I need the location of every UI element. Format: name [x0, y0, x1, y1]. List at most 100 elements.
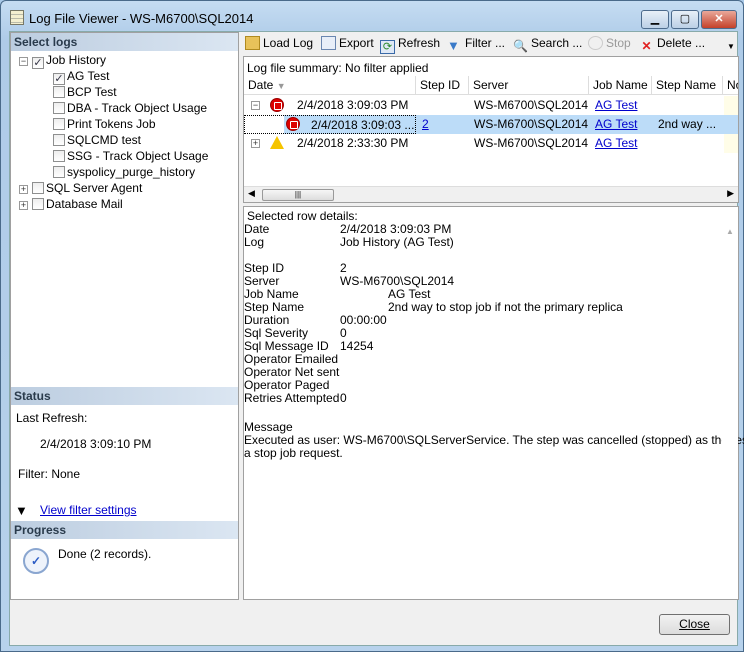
log-checkbox[interactable]	[32, 198, 44, 210]
refresh-button[interactable]: ⟳ Refresh	[380, 36, 440, 54]
filter-funnel-icon: ▼	[15, 503, 28, 518]
toolbar-overflow-icon[interactable]: ▼	[727, 42, 735, 51]
message-text-cont: a stop job request.	[244, 446, 343, 460]
load-log-button[interactable]: Load Log	[245, 36, 313, 50]
col-step-name[interactable]: Step Name	[652, 76, 723, 94]
tree-item[interactable]: DBA - Track Object Usage	[53, 100, 207, 116]
detail-value: 00:00:00	[340, 313, 387, 327]
search-button[interactable]: 🔍 Search ...	[513, 36, 582, 53]
maximize-button[interactable]: ▢	[671, 10, 699, 29]
status-header: Status	[11, 387, 238, 405]
log-checkbox[interactable]	[53, 166, 65, 178]
log-viewer-app-icon	[10, 10, 24, 25]
tree-item[interactable]: BCP Test	[53, 84, 117, 100]
detail-value: 2nd way to stop job if not the primary r…	[388, 300, 623, 314]
tree-item[interactable]: SSG - Track Object Usage	[53, 148, 208, 164]
tree-item-label: SQL Server Agent	[46, 181, 143, 195]
client-area: Select logs − ✓ Job History ✓ AG Test BCP Tes…	[9, 31, 744, 646]
col-server[interactable]: Server	[469, 76, 589, 94]
cell-date: 2/4/2018 2:33:30 PM	[297, 136, 409, 150]
warning-icon	[270, 136, 284, 149]
window: Log File Viewer - WS-M6700\SQL2014 ▁ ▢ ✕…	[0, 0, 744, 652]
export-icon	[321, 36, 336, 50]
col-job-name[interactable]: Job Name	[589, 76, 652, 94]
tree-item[interactable]: syspolicy_purge_history	[53, 164, 195, 180]
filter-status: Filter: None	[18, 467, 81, 481]
table-row[interactable]: 2/4/2018 3:09:03 ... 2 WS-M6700\SQL2014 AG …	[244, 115, 738, 134]
detail-value: Job History (AG Test)	[340, 235, 454, 249]
export-button[interactable]: Export	[321, 36, 374, 50]
cell-date: 2/4/2018 3:09:03 ...	[244, 115, 416, 134]
close-button[interactable]: Close	[659, 614, 730, 635]
detail-value: 0	[340, 391, 347, 405]
tree-item[interactable]: ✓ AG Test	[53, 68, 110, 85]
cell-notes	[724, 115, 738, 134]
detail-value: 14254	[340, 339, 374, 353]
close-window-button[interactable]: ✕	[701, 10, 737, 29]
log-grid-pane: Log file summary: No filter applied Date…	[243, 56, 739, 203]
delete-button[interactable]: ✕ Delete ...	[639, 36, 705, 53]
cell-server: WS-M6700\SQL2014	[474, 98, 589, 112]
log-summary: Log file summary: No filter applied	[247, 61, 429, 75]
log-checkbox[interactable]	[53, 150, 65, 162]
done-check-icon: ✓	[23, 548, 49, 574]
stop-button[interactable]: Stop	[588, 36, 631, 50]
scroll-thumb[interactable]: |||	[262, 189, 334, 201]
tree-item-label: Job History	[46, 53, 107, 67]
tree-item-label: SQLCMD test	[67, 133, 142, 147]
collapse-icon[interactable]: −	[251, 101, 260, 110]
details-scrollbar[interactable]: ▲	[722, 225, 738, 599]
grid-header: Date ▼ Step ID Server Job Name Step Name…	[244, 76, 738, 95]
view-filter-settings-link[interactable]: View filter settings	[40, 503, 137, 517]
stop-icon	[588, 36, 603, 50]
tree-item[interactable]: − ✓ Job History	[19, 52, 107, 69]
tree-item[interactable]: + Database Mail	[19, 196, 123, 212]
cell-job-name[interactable]: AG Test	[595, 96, 637, 115]
log-checkbox[interactable]	[32, 182, 44, 194]
expand-icon[interactable]: +	[19, 185, 28, 194]
minimize-button[interactable]: ▁	[641, 10, 669, 29]
col-date[interactable]: Date ▼	[244, 76, 416, 94]
tree-item[interactable]: SQLCMD test	[53, 132, 141, 148]
scroll-left-icon[interactable]: ◀	[248, 188, 255, 199]
col-step-id[interactable]: Step ID	[416, 76, 469, 94]
progress-text: Done (2 records).	[58, 547, 152, 561]
scroll-right-icon[interactable]: ▶	[727, 188, 734, 199]
expand-icon[interactable]: +	[19, 201, 28, 210]
filter-icon: ▼	[447, 38, 460, 53]
folder-icon	[245, 36, 260, 50]
collapse-icon[interactable]: −	[19, 57, 28, 66]
refresh-icon: ⟳	[380, 40, 395, 54]
tree-item-label: BCP Test	[67, 85, 117, 99]
horizontal-scrollbar[interactable]: ◀ ||| ▶	[244, 186, 738, 202]
cell-job-name[interactable]: AG Test	[595, 115, 637, 134]
select-logs-header: Select logs	[11, 33, 238, 51]
log-checkbox[interactable]	[53, 102, 65, 114]
col-notes[interactable]: No	[723, 76, 738, 94]
cell-server: WS-M6700\SQL2014	[474, 136, 589, 150]
log-checkbox[interactable]: ✓	[32, 57, 44, 69]
log-checkbox[interactable]	[53, 134, 65, 146]
tree-item[interactable]: + SQL Server Agent	[19, 180, 142, 196]
cell-server: WS-M6700\SQL2014	[474, 117, 589, 131]
filter-button[interactable]: ▼ Filter ...	[447, 36, 505, 53]
cell-step-name: 2nd way ...	[658, 117, 717, 131]
cell-notes	[724, 96, 738, 115]
table-row[interactable]: +2/4/2018 2:33:30 PM WS-M6700\SQL2014 AG T…	[244, 134, 738, 153]
log-checkbox[interactable]	[53, 118, 65, 130]
last-refresh-label: Last Refresh:	[16, 411, 88, 425]
tree-item-label: DBA - Track Object Usage	[67, 101, 208, 115]
cell-job-name[interactable]: AG Test	[595, 134, 637, 153]
search-icon: 🔍	[513, 39, 528, 53]
expand-icon[interactable]: +	[251, 139, 260, 148]
tree-item-label: AG Test	[67, 69, 110, 83]
cell-step-id[interactable]: 2	[422, 115, 429, 134]
detail-label: Retries Attempted	[244, 391, 340, 405]
tree-item-label: Database Mail	[46, 197, 123, 211]
sort-icon: ▼	[276, 81, 286, 91]
log-checkbox[interactable]	[53, 86, 65, 98]
tree-item[interactable]: Print Tokens Job	[53, 116, 156, 132]
window-title: Log File Viewer - WS-M6700\SQL2014	[29, 11, 254, 26]
tree-item-label: SSG - Track Object Usage	[67, 149, 209, 163]
table-row[interactable]: − 2/4/2018 3:09:03 PM WS-M6700\SQL2014 AG T…	[244, 96, 738, 115]
